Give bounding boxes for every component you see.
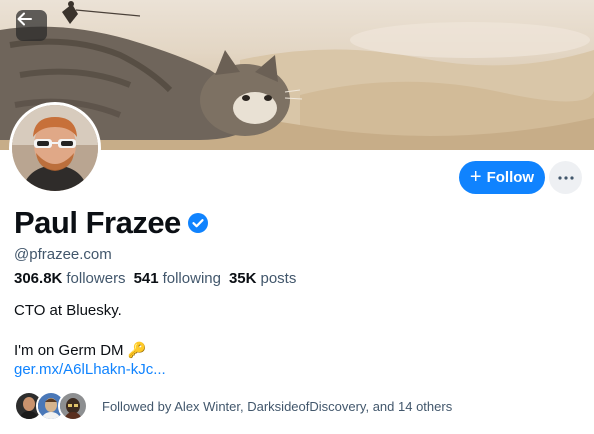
display-name: Paul Frazee xyxy=(14,205,181,240)
more-options-button[interactable] xyxy=(549,161,582,194)
back-button[interactable] xyxy=(16,10,47,41)
bio-line-2: I'm on Germ DM 🔑 xyxy=(14,341,146,361)
posts-label: posts xyxy=(260,270,297,287)
follower-avatar xyxy=(58,391,88,421)
following-stat[interactable]: 541 following xyxy=(134,270,221,287)
profile-stats: 306.8K followers 541 following 35K posts xyxy=(14,270,296,287)
followers-label: followers xyxy=(66,270,126,287)
followed-by-row[interactable]: Followed by Alex Winter, DarksideofDisco… xyxy=(14,391,452,421)
bio-line-1: CTO at Bluesky. xyxy=(14,302,122,319)
name-row: Paul Frazee xyxy=(14,205,209,241)
verified-check-icon[interactable] xyxy=(187,212,209,234)
follow-label: Follow xyxy=(486,169,535,186)
arrow-left-icon xyxy=(17,12,32,26)
followers-count: 306.8K xyxy=(14,270,63,287)
profile-avatar[interactable] xyxy=(9,102,101,194)
posts-count: 35K xyxy=(228,270,257,287)
ellipsis-icon xyxy=(557,175,574,180)
key-emoji-icon: 🔑 xyxy=(127,342,147,359)
bio-line-2-text: I'm on Germ DM xyxy=(14,342,124,359)
avatar-photo xyxy=(12,105,98,191)
handle: @pfrazee.com xyxy=(14,246,112,263)
following-count: 541 xyxy=(133,270,159,287)
plus-icon: + xyxy=(469,165,482,188)
followed-by-text[interactable]: Followed by Alex Winter, DarksideofDisco… xyxy=(102,399,452,414)
follow-button[interactable]: + Follow xyxy=(459,161,545,194)
followers-stat[interactable]: 306.8K followers xyxy=(14,270,126,287)
following-label: following xyxy=(162,270,221,287)
bio-link[interactable]: ger.mx/A6lLhakn-kJc... xyxy=(14,360,166,380)
posts-stat: 35K posts xyxy=(229,270,296,287)
